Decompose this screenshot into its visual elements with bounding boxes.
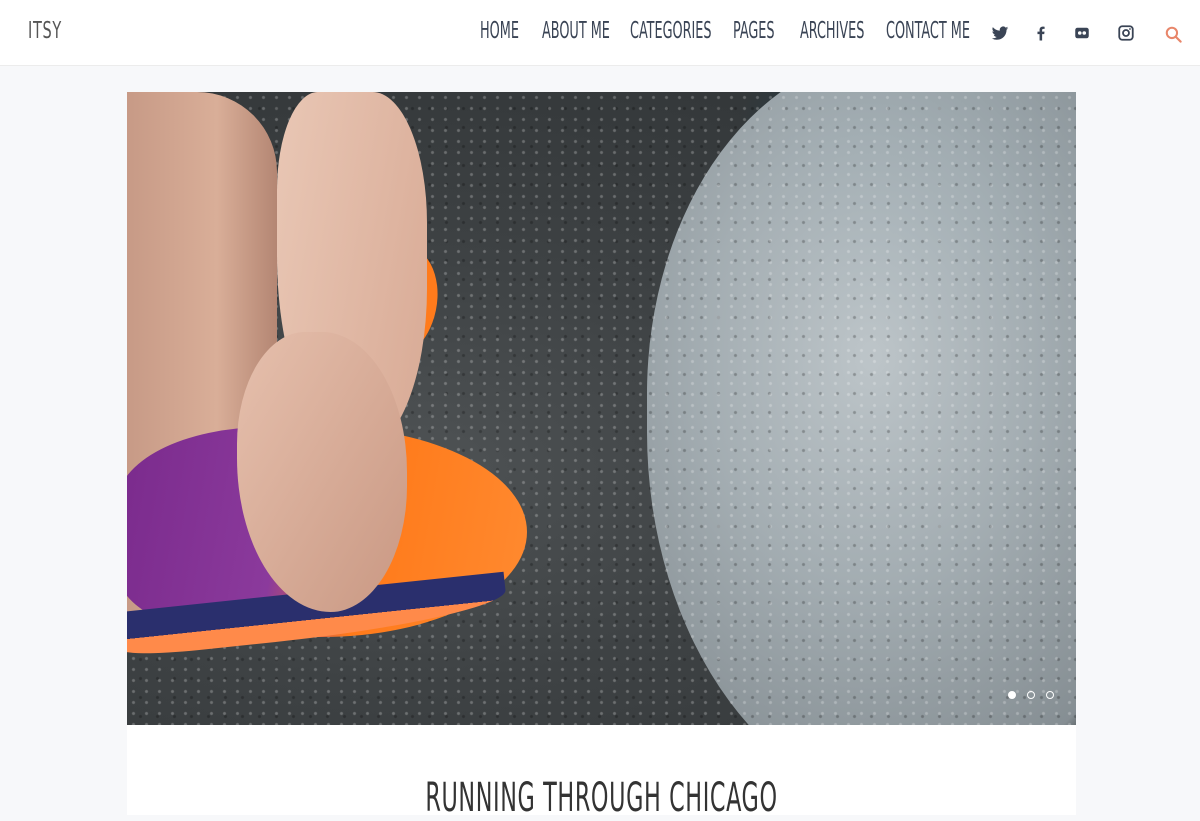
nav-item-archives[interactable]: ARCHIVES (800, 18, 864, 44)
nav-item-pages[interactable]: PAGES (733, 18, 775, 44)
twitter-icon[interactable] (991, 24, 1009, 42)
slider-dot-2[interactable] (1027, 691, 1035, 699)
slider-dot-1[interactable] (1008, 691, 1016, 699)
site-header: ITSY HOME ABOUT ME CATEGORIES PAGES ARCH… (0, 0, 1200, 66)
slider-dot-3[interactable] (1046, 691, 1054, 699)
nav-item-categories[interactable]: CATEGORIES (630, 18, 712, 44)
instagram-icon[interactable] (1117, 24, 1135, 42)
nav-item-about-me[interactable]: ABOUT ME (542, 18, 610, 44)
nav-item-contact-me[interactable]: CONTACT ME (886, 18, 970, 44)
search-icon[interactable] (1164, 25, 1183, 44)
post-title[interactable]: RUNNING THROUGH CHICAGO (307, 775, 895, 821)
site-logo[interactable]: ITSY (28, 18, 62, 44)
flickr-icon[interactable] (1073, 24, 1091, 42)
post-card: RUNNING THROUGH CHICAGO (127, 725, 1076, 821)
slider-dots (1008, 691, 1054, 701)
facebook-icon[interactable] (1032, 24, 1050, 42)
nav-item-home[interactable]: HOME (480, 18, 519, 44)
hero-slider-image[interactable] (127, 92, 1076, 725)
